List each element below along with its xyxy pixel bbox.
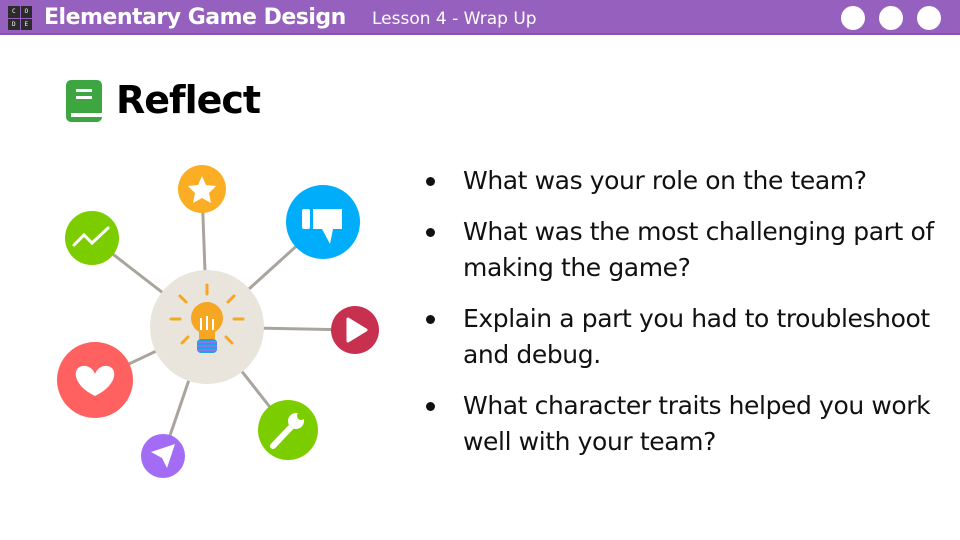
paper-plane-icon — [141, 434, 185, 478]
header-dot — [841, 6, 865, 30]
lightbulb-hub-icon — [150, 270, 264, 384]
header-dot — [917, 6, 941, 30]
header-dot — [879, 6, 903, 30]
thumbs-down-icon — [286, 185, 360, 259]
star-icon — [178, 165, 226, 213]
play-icon — [331, 306, 379, 354]
reflection-questions: What was your role on the team? What was… — [422, 163, 942, 475]
question-item: What was the most challenging part of ma… — [422, 214, 942, 286]
idea-hub-diagram — [57, 165, 379, 478]
question-item: What character traits helped you work we… — [422, 388, 942, 460]
trend-chart-icon — [65, 211, 119, 265]
wrench-icon — [258, 400, 318, 460]
question-item: What was your role on the team? — [422, 163, 942, 199]
heart-icon — [57, 342, 133, 418]
question-item: Explain a part you had to troubleshoot a… — [422, 301, 942, 373]
